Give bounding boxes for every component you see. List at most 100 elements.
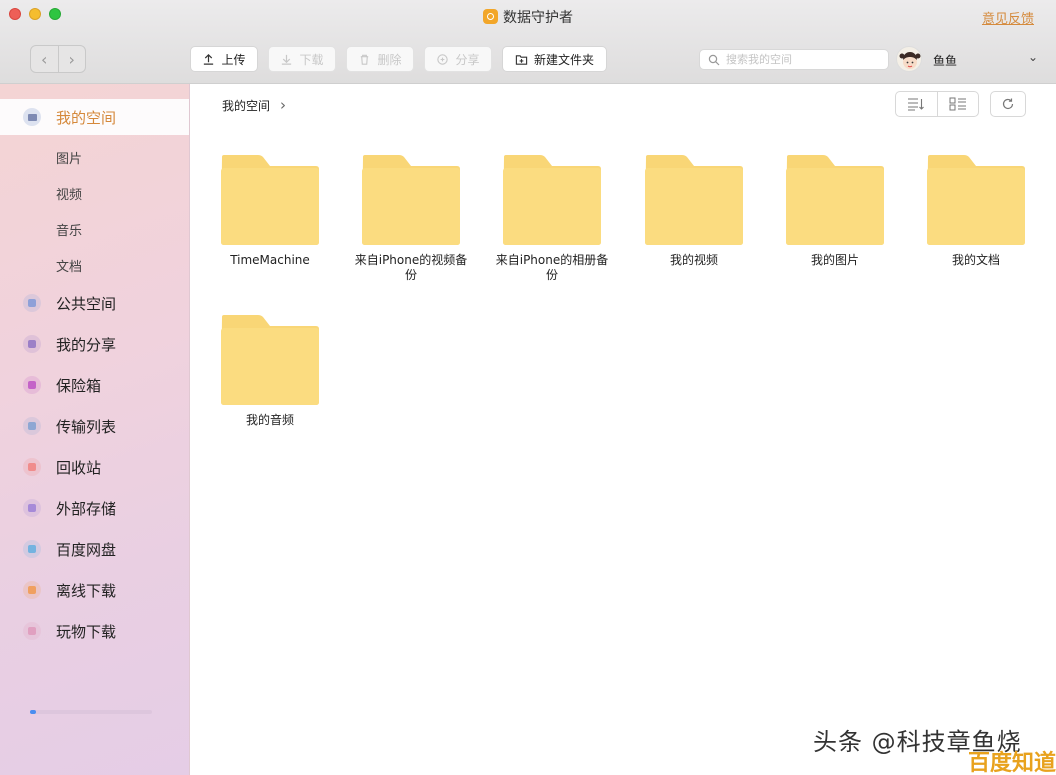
sidebar-item[interactable]: 我的分享 — [0, 328, 189, 360]
forward-button[interactable]: › — [57, 46, 86, 72]
folder-icon — [221, 315, 319, 405]
sort-list-icon — [908, 98, 925, 111]
app-logo-icon — [483, 9, 498, 24]
new-folder-button[interactable]: 新建文件夹 — [502, 46, 607, 72]
delete-label: 删除 — [377, 52, 402, 67]
search-icon — [708, 54, 720, 65]
sidebar-item[interactable]: 回收站 — [0, 451, 189, 483]
folder-icon — [503, 155, 601, 245]
sidebar-item-my-space[interactable]: 我的空间 — [0, 99, 189, 135]
folder-icon — [927, 155, 1025, 245]
avatar[interactable] — [896, 46, 922, 72]
safe-icon — [23, 376, 41, 394]
watermark-logo: 百度知道 — [968, 751, 1056, 775]
delete-button[interactable]: 删除 — [346, 46, 414, 72]
chevron-left-icon: ‹ — [41, 49, 48, 69]
sidebar-item[interactable]: 玩物下载 — [0, 615, 189, 647]
cloud-icon — [23, 540, 41, 558]
folder-icon — [645, 155, 743, 245]
sidebar-item-label: 传输列表 — [56, 417, 117, 436]
storage-progress-fill — [30, 710, 37, 714]
search-input[interactable] — [726, 53, 876, 66]
folder-item[interactable]: 我的音频 — [210, 314, 330, 428]
sidebar-item-label: 百度网盘 — [56, 540, 117, 559]
new-folder-label: 新建文件夹 — [533, 52, 594, 67]
username[interactable]: 鱼鱼 — [933, 52, 957, 69]
window-title-area: 数据守护者 — [0, 7, 1056, 27]
sidebar-sub-item[interactable]: 音乐 — [56, 220, 82, 239]
share-button[interactable]: 分享 — [424, 46, 492, 72]
window-toolbar: 数据守护者 意见反馈 ‹ › 上传 下载 删除 分享 新建文件夹 鱼 — [0, 0, 1056, 84]
chevron-right-icon: › — [280, 96, 287, 114]
sidebar-item[interactable]: 百度网盘 — [0, 533, 189, 565]
sidebar-item[interactable]: 外部存储 — [0, 492, 189, 524]
trash-icon — [23, 458, 41, 476]
sidebar-sub-item[interactable]: 视频 — [56, 184, 82, 203]
folder-name: 我的音频 — [245, 413, 294, 427]
sidebar-item-label: 外部存储 — [56, 499, 117, 518]
sidebar-item[interactable]: 传输列表 — [0, 410, 189, 442]
sidebar-item-label: 回收站 — [56, 458, 102, 477]
storage-icon — [23, 499, 41, 517]
avatar-image — [899, 52, 921, 69]
download-label: 下载 — [299, 52, 324, 67]
view-mode-toggle — [895, 91, 979, 117]
sidebar-item[interactable]: 离线下载 — [0, 574, 189, 606]
game-icon — [23, 622, 41, 640]
folder-icon — [23, 108, 41, 126]
folder-icon — [362, 155, 460, 245]
upload-button[interactable]: 上传 — [190, 46, 258, 72]
chevron-down-icon[interactable]: ⌄ — [1028, 50, 1038, 64]
sidebar-item[interactable]: 公共空间 — [0, 287, 189, 319]
nav-buttons: ‹ › — [30, 45, 86, 73]
sort-button[interactable] — [896, 92, 937, 116]
refresh-icon — [1002, 98, 1014, 110]
sidebar-item-label: 离线下载 — [56, 581, 117, 600]
new-folder-icon — [515, 54, 528, 65]
list-view-icon — [949, 97, 966, 111]
folder-item[interactable]: 我的视频 — [634, 154, 754, 268]
storage-progress-bar — [30, 710, 152, 714]
folder-icon — [786, 155, 884, 245]
transfer-icon — [23, 417, 41, 435]
share-label: 分享 — [455, 52, 480, 67]
feedback-link[interactable]: 意见反馈 — [982, 8, 1034, 27]
trash-icon — [361, 54, 369, 65]
folder-item[interactable]: 我的图片 — [775, 154, 895, 268]
search-field[interactable] — [699, 49, 889, 70]
sidebar-item-label: 玩物下载 — [56, 622, 117, 641]
refresh-button[interactable] — [990, 91, 1026, 117]
upload-icon — [204, 53, 214, 65]
sidebar-item-label: 我的分享 — [56, 335, 117, 354]
download-icon — [282, 54, 292, 65]
folder-item[interactable]: 来自iPhone的相册备份 — [492, 154, 612, 283]
folder-name: 我的图片 — [810, 253, 859, 267]
download-button[interactable]: 下载 — [268, 46, 336, 72]
back-button[interactable]: ‹ — [31, 46, 58, 72]
folder-item[interactable]: 我的文档 — [916, 154, 1036, 268]
sidebar-sub-item[interactable]: 文档 — [56, 256, 82, 275]
list-view-button[interactable] — [936, 92, 979, 116]
folder-icon — [221, 155, 319, 245]
breadcrumb: 我的空间 › — [222, 96, 286, 114]
share-icon — [437, 53, 449, 65]
download-icon — [23, 581, 41, 599]
sidebar-item-label: 我的空间 — [56, 109, 117, 127]
breadcrumb-item[interactable]: 我的空间 — [222, 97, 270, 114]
window-title: 数据守护者 — [503, 10, 573, 26]
sidebar-item-label: 保险箱 — [56, 376, 102, 395]
chevron-right-icon: › — [68, 49, 75, 69]
folder-name: 我的文档 — [951, 253, 1000, 267]
folder-name: 我的视频 — [669, 253, 718, 267]
sidebar-item-label: 公共空间 — [56, 294, 117, 313]
sidebar: 我的空间 图片 视频 音乐 文档 公共空间我的分享保险箱传输列表回收站外部存储百… — [0, 84, 190, 775]
folder-name: 来自iPhone的视频备份 — [354, 253, 468, 282]
share-icon — [23, 335, 41, 353]
folder-item[interactable]: TimeMachine — [210, 154, 330, 268]
sidebar-item[interactable]: 保险箱 — [0, 369, 189, 401]
folder-name: 来自iPhone的相册备份 — [495, 253, 609, 282]
upload-label: 上传 — [221, 52, 246, 67]
sidebar-sub-item[interactable]: 图片 — [56, 148, 82, 167]
folder-name: TimeMachine — [230, 253, 310, 267]
folder-item[interactable]: 来自iPhone的视频备份 — [351, 154, 471, 283]
